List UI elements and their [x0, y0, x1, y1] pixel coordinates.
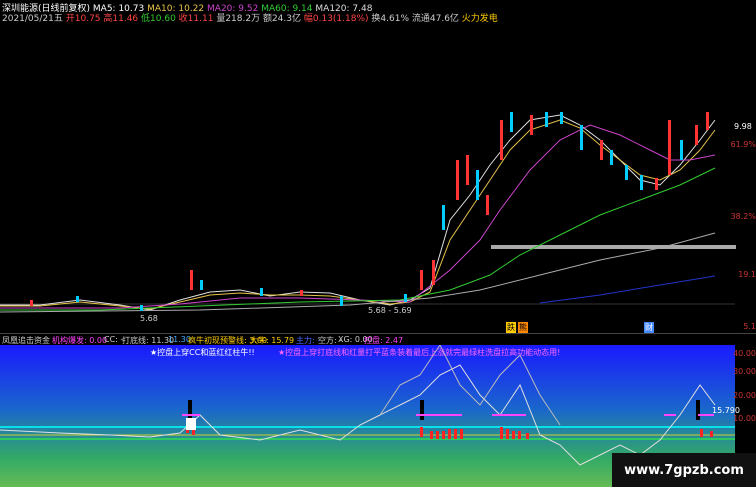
indicator-bar: 凤凰追击资金 机构爆发: 0.00 CC: - 打底线: 11.30 11.30…: [0, 333, 756, 345]
watermark: www.7gpzb.com: [612, 453, 756, 487]
marker-die: 跌: [506, 322, 516, 333]
float-shares: 流通47.6亿: [411, 14, 459, 24]
support-line: [491, 245, 736, 249]
volume: 量218.2万: [216, 14, 261, 24]
bottom-axis-3: 20.00: [733, 391, 756, 400]
range-label: 5.68 - 5.69: [368, 306, 412, 315]
close: 收11.11: [178, 14, 214, 24]
bottom-note-right: ★控盘上穿打底线和红量打平蓝条装着最后上涨就完最绿柱洗盘拉高功能动态用!: [278, 348, 561, 357]
marker-cai: 财: [644, 322, 654, 333]
open: 开10.75: [65, 14, 101, 24]
axis-label-4: 5.1: [743, 322, 756, 331]
bottom-axis-2: 30.00: [733, 367, 756, 376]
ma20-line: [0, 124, 716, 309]
industry: 火力发电: [461, 14, 498, 24]
amount: 额24.3亿: [262, 14, 301, 24]
white-block: [186, 418, 196, 430]
axis-label-1: 61.9%: [730, 140, 756, 149]
price-right-label: 9.98: [734, 122, 752, 131]
ma250-line: [539, 275, 716, 304]
bottom-axis-4: 10.00: [733, 414, 756, 423]
quote-header: 2021/05/21五 开10.75 高11.46 低10.60 收11.11 …: [2, 11, 498, 24]
low-label: 5.68: [140, 314, 158, 323]
ma60-line: [0, 167, 716, 311]
change: 幅0.13(1.18%): [303, 14, 369, 24]
candles: [30, 112, 709, 311]
turnover: 换4.61%: [371, 14, 409, 24]
marker-xiong: 熊: [518, 322, 528, 333]
low: 低10.60: [141, 14, 176, 24]
axis-label-3: 19.1: [738, 270, 756, 279]
price-chart: [0, 112, 736, 313]
axis-label-2: 38.2%: [730, 212, 756, 221]
cc-value: CC: -: [104, 335, 124, 344]
high: 高11.46: [103, 14, 139, 24]
bottom-note-left: ★控盘上穿CC和蓝红红柱牛!!: [150, 348, 255, 357]
bottom-value-label: 15.790: [712, 406, 740, 415]
bottom-axis-1: 40.00: [733, 349, 756, 358]
date: 2021/05/21五: [2, 14, 63, 24]
